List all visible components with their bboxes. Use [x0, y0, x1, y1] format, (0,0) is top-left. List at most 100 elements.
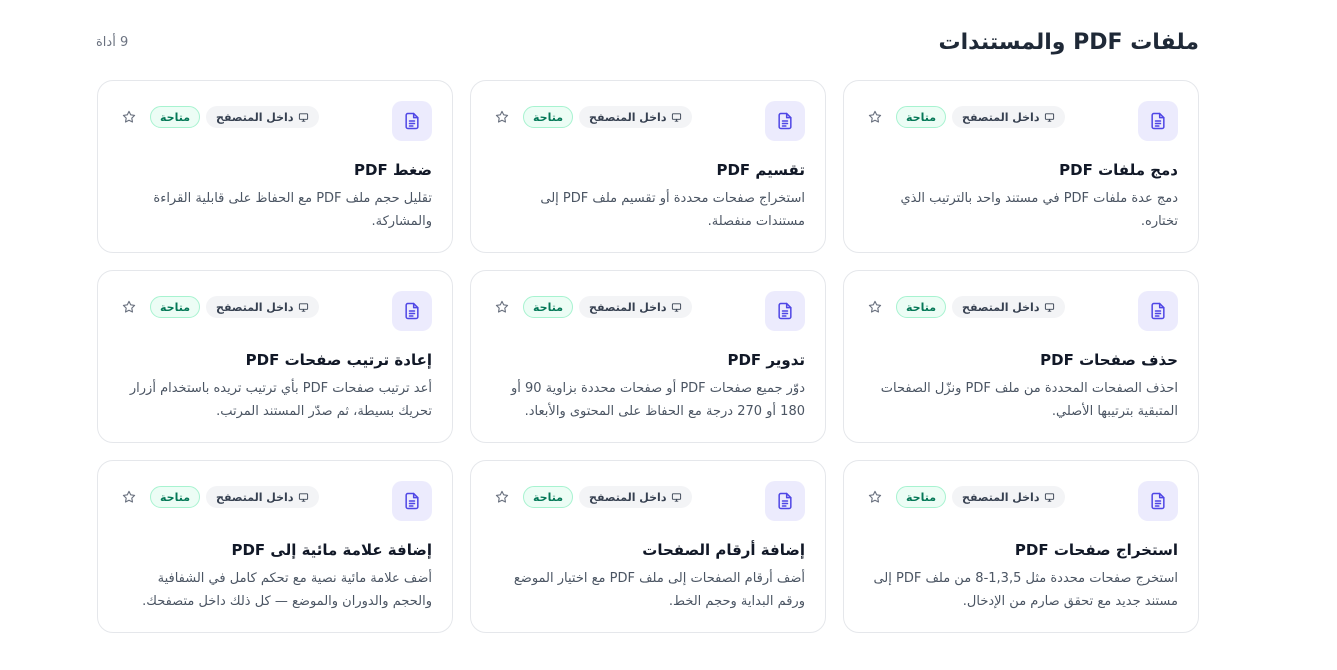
card-badges: داخل المتصفح متاحة [118, 296, 320, 318]
card-badges: داخل المتصفح متاحة [491, 296, 693, 318]
available-badge: متاحة [523, 106, 574, 128]
star-icon [122, 110, 136, 123]
section-header: ملفات PDF والمستندات 9 أداة [96, 24, 1199, 60]
card-title: استخراج صفحات PDF [1014, 541, 1178, 559]
star-icon [868, 300, 882, 313]
browser-badge: داخل المتصفح [952, 106, 1066, 128]
tool-card[interactable]: داخل المتصفح متاحة إضافة علامة مائية إلى… [97, 460, 453, 633]
available-badge: متاحة [523, 486, 574, 508]
tool-grid: داخل المتصفح متاحة دمج ملفات PDF دمج عدة… [96, 80, 1199, 633]
star-icon [122, 490, 136, 503]
tool-card[interactable]: داخل المتصفح متاحة استخراج صفحات PDF است… [843, 460, 1199, 633]
card-title: إضافة أرقام الصفحات [642, 541, 805, 559]
card-description: احذف الصفحات المحددة من ملف PDF ونزّل ال… [880, 381, 1178, 419]
favorite-button[interactable] [864, 296, 886, 318]
tool-card[interactable]: داخل المتصفح متاحة تقسيم PDF استخراج صفح… [470, 80, 826, 253]
browser-badge: داخل المتصفح [206, 106, 320, 128]
monitor-icon [299, 302, 309, 312]
favorite-button[interactable] [864, 106, 886, 128]
tool-card[interactable]: داخل المتصفح متاحة إعادة ترتيب صفحات PDF… [97, 270, 453, 443]
available-badge: متاحة [896, 486, 947, 508]
favorite-button[interactable] [118, 486, 140, 508]
available-badge: متاحة [896, 296, 947, 318]
browser-badge-label: داخل المتصفح [962, 110, 1040, 124]
favorite-button[interactable] [118, 106, 140, 128]
monitor-icon [1045, 302, 1055, 312]
card-title: ضغط PDF [354, 161, 432, 179]
monitor-icon [299, 112, 309, 122]
star-icon [495, 300, 509, 313]
document-icon [392, 101, 432, 141]
browser-badge-label: داخل المتصفح [962, 490, 1040, 504]
card-title: إضافة علامة مائية إلى PDF [231, 541, 432, 559]
document-icon [765, 101, 805, 141]
favorite-button[interactable] [491, 106, 513, 128]
tool-card[interactable]: داخل المتصفح متاحة حذف صفحات PDF احذف ال… [843, 270, 1199, 443]
document-icon [392, 481, 432, 521]
browser-badge: داخل المتصفح [579, 106, 693, 128]
monitor-icon [672, 302, 682, 312]
tool-count: 9 أداة [96, 34, 129, 50]
favorite-button[interactable] [118, 296, 140, 318]
browser-badge: داخل المتصفح [206, 296, 320, 318]
card-title: تقسيم PDF [716, 161, 805, 179]
document-icon [1138, 291, 1178, 331]
available-badge: متاحة [896, 106, 947, 128]
card-title: تدوير PDF [727, 351, 805, 369]
available-badge: متاحة [150, 106, 201, 128]
browser-badge-label: داخل المتصفح [589, 490, 667, 504]
card-badges: داخل المتصفح متاحة [118, 486, 320, 508]
favorite-button[interactable] [491, 296, 513, 318]
card-badges: داخل المتصفح متاحة [864, 106, 1066, 128]
browser-badge-label: داخل المتصفح [216, 110, 294, 124]
card-title: دمج ملفات PDF [1059, 161, 1178, 179]
tool-card[interactable]: داخل المتصفح متاحة ضغط PDF تقليل حجم ملف… [97, 80, 453, 253]
monitor-icon [1045, 112, 1055, 122]
tool-card[interactable]: داخل المتصفح متاحة إضافة أرقام الصفحات أ… [470, 460, 826, 633]
browser-badge-label: داخل المتصفح [589, 110, 667, 124]
card-description: استخرج صفحات محددة مثل 1,3,5-8 من ملف PD… [873, 571, 1178, 609]
browser-badge-label: داخل المتصفح [216, 300, 294, 314]
document-icon [392, 291, 432, 331]
document-icon [1138, 101, 1178, 141]
tools-page: ملفات PDF والمستندات 9 أداة داخل المتصفح… [96, 24, 1199, 633]
card-description: أضف علامة مائية نصية مع تحكم كامل في الش… [142, 571, 432, 609]
available-badge: متاحة [523, 296, 574, 318]
monitor-icon [1045, 492, 1055, 502]
card-description: أضف أرقام الصفحات إلى ملف PDF مع اختيار … [513, 571, 805, 609]
browser-badge: داخل المتصفح [579, 486, 693, 508]
card-badges: داخل المتصفح متاحة [118, 106, 320, 128]
card-description: استخراج صفحات محددة أو تقسيم ملف PDF إلى… [540, 191, 805, 229]
monitor-icon [672, 112, 682, 122]
browser-badge: داخل المتصفح [206, 486, 320, 508]
browser-badge-label: داخل المتصفح [216, 490, 294, 504]
card-badges: داخل المتصفح متاحة [864, 296, 1066, 318]
star-icon [868, 490, 882, 503]
card-title: حذف صفحات PDF [1040, 351, 1178, 369]
tool-card[interactable]: داخل المتصفح متاحة تدوير PDF دوّر جميع ص… [470, 270, 826, 443]
card-description: دمج عدة ملفات PDF في مستند واحد بالترتيب… [900, 191, 1178, 229]
card-badges: داخل المتصفح متاحة [491, 486, 693, 508]
tool-card[interactable]: داخل المتصفح متاحة دمج ملفات PDF دمج عدة… [843, 80, 1199, 253]
page-title: ملفات PDF والمستندات [938, 29, 1199, 55]
favorite-button[interactable] [491, 486, 513, 508]
card-description: تقليل حجم ملف PDF مع الحفاظ على قابلية ا… [153, 191, 432, 229]
card-description: دوّر جميع صفحات PDF أو صفحات محددة بزاوي… [510, 381, 805, 419]
browser-badge-label: داخل المتصفح [962, 300, 1040, 314]
star-icon [495, 110, 509, 123]
card-badges: داخل المتصفح متاحة [864, 486, 1066, 508]
card-badges: داخل المتصفح متاحة [491, 106, 693, 128]
card-description: أعد ترتيب صفحات PDF بأي ترتيب تريده باست… [129, 381, 432, 419]
star-icon [868, 110, 882, 123]
card-title: إعادة ترتيب صفحات PDF [245, 351, 432, 369]
browser-badge: داخل المتصفح [579, 296, 693, 318]
available-badge: متاحة [150, 486, 201, 508]
monitor-icon [672, 492, 682, 502]
document-icon [1138, 481, 1178, 521]
browser-badge-label: داخل المتصفح [589, 300, 667, 314]
document-icon [765, 291, 805, 331]
browser-badge: داخل المتصفح [952, 296, 1066, 318]
star-icon [495, 490, 509, 503]
available-badge: متاحة [150, 296, 201, 318]
favorite-button[interactable] [864, 486, 886, 508]
